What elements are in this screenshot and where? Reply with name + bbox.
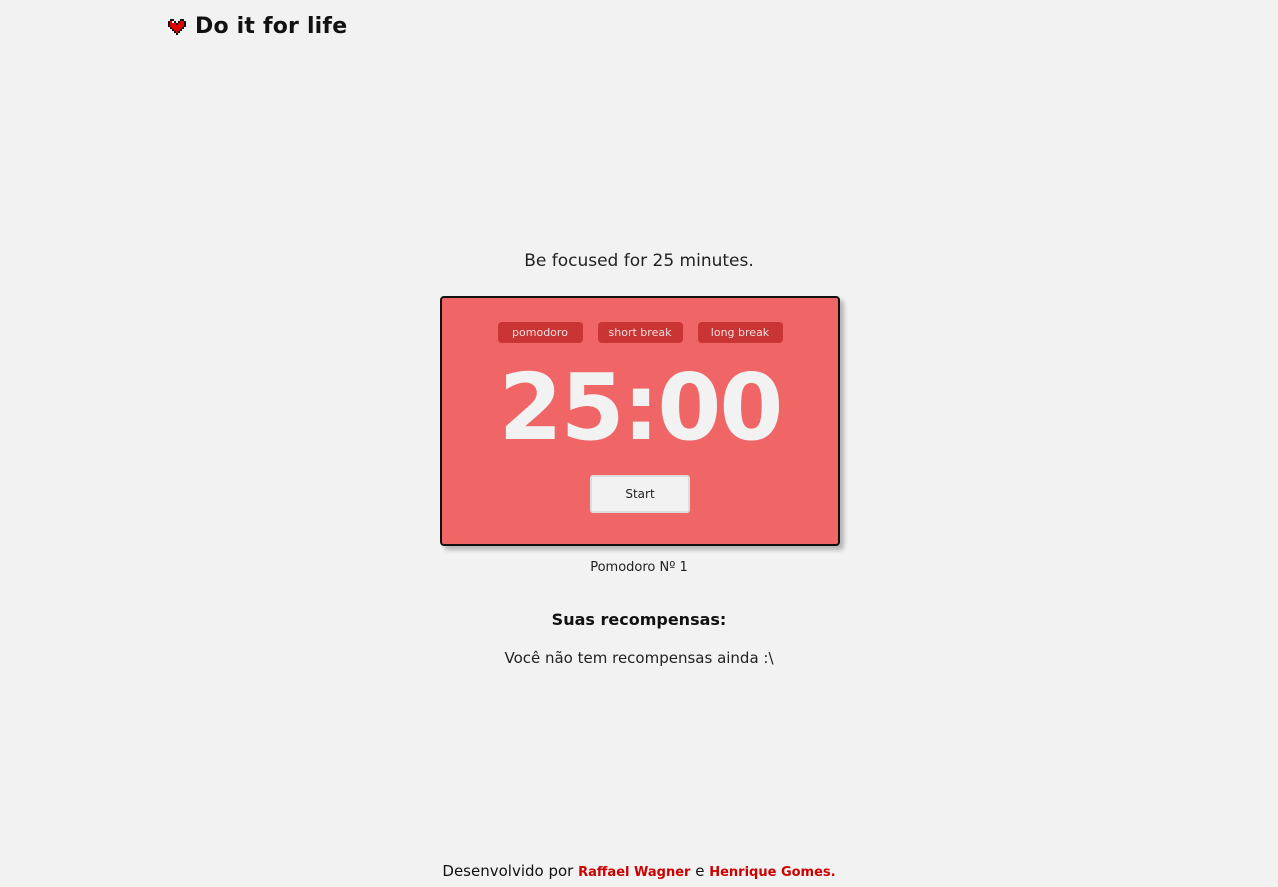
rewards-title: Suas recompensas:: [551, 610, 727, 629]
brand: Do it for life: [168, 14, 347, 39]
footer-prefix: Desenvolvido por: [442, 862, 574, 880]
start-button[interactable]: Start: [590, 475, 690, 513]
tab-long-break[interactable]: long break: [697, 322, 783, 343]
tab-pomodoro[interactable]: pomodoro: [497, 322, 583, 343]
mode-tabs: pomodoro short break long break: [442, 322, 838, 343]
pomodoro-count: Pomodoro Nº 1: [590, 560, 688, 575]
author-link-raffael[interactable]: Raffael Wagner: [578, 865, 690, 880]
app-title: Do it for life: [195, 14, 348, 39]
rewards-empty-message: Você não tem recompensas ainda :\: [504, 649, 774, 667]
timer-display: 25:00: [498, 354, 784, 461]
author-link-henrique[interactable]: Henrique Gomes.: [709, 865, 835, 880]
pixel-heart-icon: [168, 18, 186, 35]
footer-connector: e: [695, 862, 705, 880]
footer: Desenvolvido por Raffael Wagner e Henriq…: [0, 862, 1278, 880]
tab-short-break[interactable]: short break: [597, 322, 683, 343]
focus-message: Be focused for 25 minutes.: [524, 251, 754, 271]
timer-card: pomodoro short break long break 25:00 St…: [440, 296, 840, 546]
